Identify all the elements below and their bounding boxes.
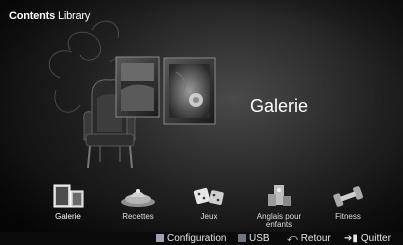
page-title-bold: Contents: [9, 10, 56, 22]
app-carousel: Galerie Recettes Jeux Anglais pour enfan…: [0, 182, 403, 229]
gray-key-icon: [156, 234, 164, 242]
app-label-jeux: Jeux: [200, 212, 218, 221]
usb-label: USB: [249, 233, 270, 244]
configuration-label: Configuration: [167, 233, 227, 244]
page-title-regular: Library: [57, 10, 91, 22]
dice-icon: [193, 187, 224, 205]
configuration-button[interactable]: Configuration: [156, 233, 226, 244]
kids-english-icon: [268, 185, 291, 206]
app-item-jeux[interactable]: Jeux: [174, 182, 244, 226]
app-item-anglais-pour-enfants[interactable]: Anglais pour enfants: [244, 182, 314, 229]
recipes-icon: [121, 189, 155, 207]
app-label-anglais-pour-enfants: Anglais pour enfants: [244, 213, 314, 229]
contents-library-screen: Contents Library Galerie Galerie Recette…: [0, 0, 403, 245]
app-item-galerie[interactable]: Galerie: [33, 182, 103, 226]
return-button[interactable]: ⤺ Retour: [287, 233, 331, 244]
app-label-recettes: Recettes: [122, 212, 154, 221]
dark-key-icon: [238, 234, 246, 242]
bottom-help-bar: Configuration USB ⤺ Retour ➔▮ Quitter: [0, 232, 403, 245]
featured-app-title: Galerie: [250, 96, 309, 116]
exit-label: Quitter: [360, 233, 391, 244]
gallery-icon: [53, 184, 84, 208]
exit-icon: ➔▮: [344, 233, 358, 244]
return-icon: ⤺: [287, 233, 298, 244]
app-label-galerie: Galerie: [55, 212, 81, 221]
exit-button[interactable]: ➔▮ Quitter: [344, 233, 391, 244]
page-title: Contents Library: [9, 10, 90, 22]
app-item-fitness[interactable]: Fitness: [313, 182, 383, 226]
dumbbell-icon: [333, 186, 363, 207]
app-item-recettes[interactable]: Recettes: [103, 182, 173, 226]
app-label-anglais-line2: enfants: [265, 220, 293, 229]
usb-button[interactable]: USB: [238, 233, 270, 244]
return-label: Retour: [300, 233, 331, 244]
app-label-fitness: Fitness: [335, 212, 361, 221]
